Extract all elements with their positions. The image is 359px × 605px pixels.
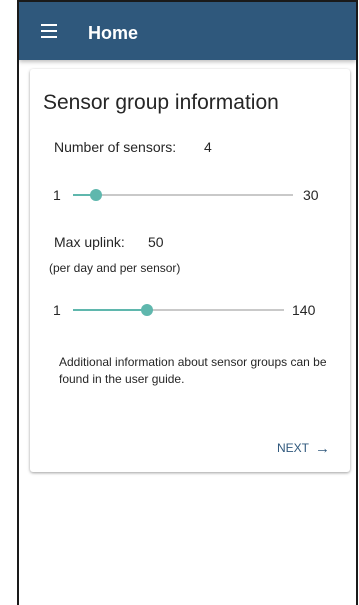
app-bar: Home <box>19 2 356 60</box>
info-text: Additional information about sensor grou… <box>59 355 327 386</box>
sensors-slider-thumb[interactable] <box>89 189 102 201</box>
sensors-slider-track <box>73 194 293 196</box>
hamburger-menu-icon[interactable] <box>41 24 57 38</box>
sensors-slider[interactable] <box>73 185 293 205</box>
arrow-right-icon: → <box>315 439 331 457</box>
uplink-label: Max uplink: <box>54 234 125 250</box>
uplink-value: 50 <box>148 234 164 250</box>
uplink-note: (per day and per sensor) <box>49 261 181 275</box>
sensor-group-card: Sensor group information Number of senso… <box>30 69 350 472</box>
uplink-slider-fill <box>73 309 148 311</box>
sensors-slider-max: 30 <box>303 187 319 203</box>
app-frame: Home Sensor group information Number of … <box>17 0 358 605</box>
uplink-slider[interactable] <box>73 300 284 320</box>
card-title: Sensor group information <box>43 91 279 114</box>
uplink-slider-max: 140 <box>292 302 316 318</box>
uplink-slider-min: 1 <box>53 302 61 318</box>
sensors-value: 4 <box>204 139 212 155</box>
uplink-slider-thumb[interactable] <box>141 304 154 316</box>
next-button-label: NEXT <box>277 441 310 455</box>
page-title: Home <box>88 23 139 43</box>
next-button[interactable]: NEXT → <box>277 438 330 458</box>
sensors-slider-min: 1 <box>53 187 61 203</box>
sensors-label: Number of sensors: <box>54 139 177 155</box>
